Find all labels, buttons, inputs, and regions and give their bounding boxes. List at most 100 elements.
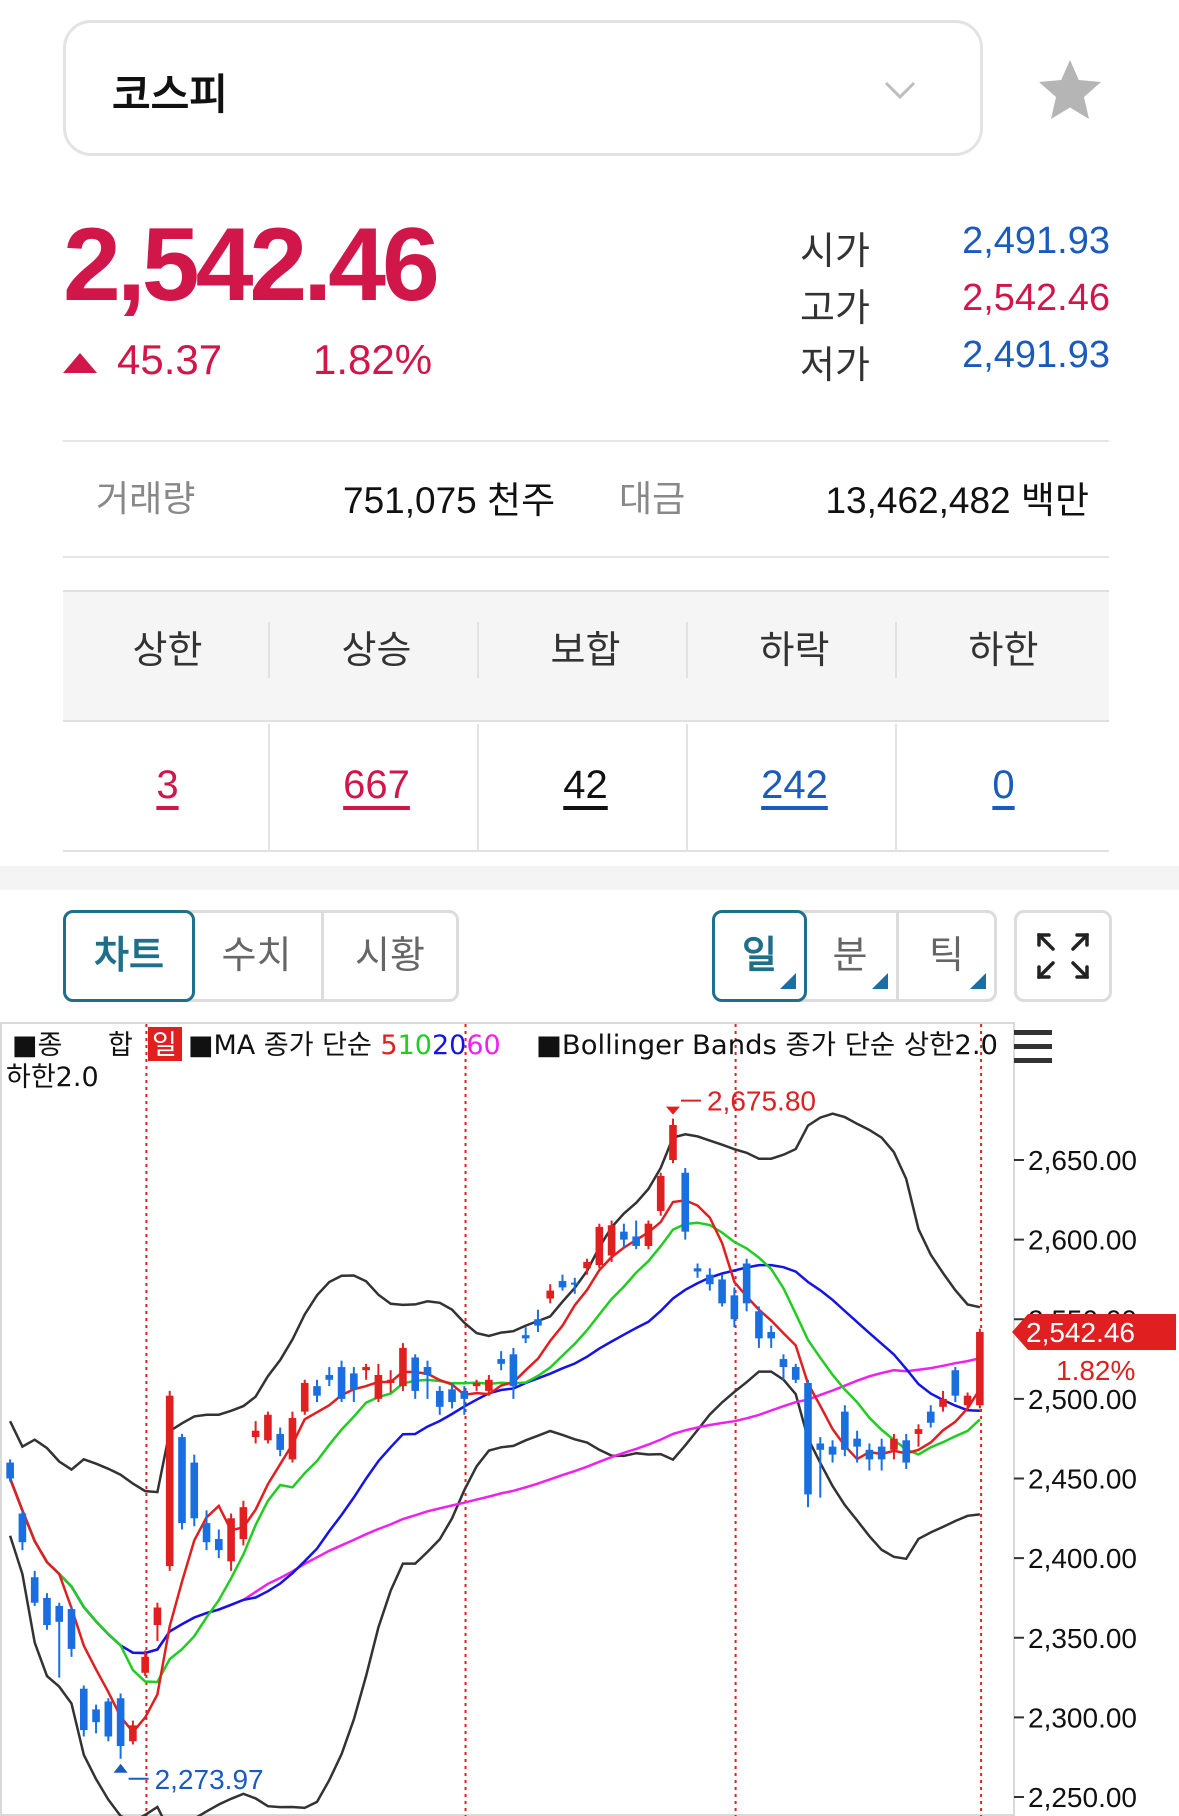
candle-body [6, 1462, 14, 1479]
declining-count[interactable]: 242 [690, 724, 899, 852]
hamburger-icon[interactable] [1014, 1030, 1052, 1063]
low-label: 저가 [800, 343, 870, 387]
candle-body [669, 1124, 677, 1160]
trading-summary: 거래량 751,075 천주 대금 13,462,482 백만 [63, 470, 1109, 521]
candle-body [509, 1354, 518, 1387]
candle-body [890, 1438, 898, 1450]
chevron-down-icon [884, 81, 916, 100]
candle-body [288, 1417, 297, 1460]
candle [288, 1411, 297, 1463]
dropdown-corner-icon [970, 973, 986, 989]
candle-body [276, 1433, 284, 1450]
y-tick-label: 2,350.00 [1028, 1623, 1137, 1654]
candle-body [914, 1429, 923, 1434]
candle-body [816, 1443, 825, 1450]
candle-body [190, 1462, 199, 1519]
y-tick-label: 2,650.00 [1028, 1145, 1137, 1176]
y-tick-label: 2,250.00 [1028, 1782, 1137, 1813]
tab-daily[interactable]: 일 [712, 910, 807, 1002]
candle-body [865, 1449, 874, 1460]
tab-tick[interactable]: 틱 [899, 913, 994, 999]
tab-numbers[interactable]: 수치 [192, 913, 324, 999]
advancing-count[interactable]: 667 [272, 724, 481, 852]
amount-label: 대금 [619, 479, 686, 520]
candle-body [313, 1386, 321, 1396]
candle-body [485, 1379, 493, 1391]
candle-body [79, 1688, 88, 1731]
candle-body [251, 1430, 260, 1438]
candle-body [300, 1382, 309, 1412]
upper-limit-count[interactable]: 3 [63, 724, 272, 852]
candle [239, 1500, 248, 1546]
candle [681, 1167, 690, 1240]
fullscreen-button[interactable] [1014, 910, 1112, 1002]
candle-body [423, 1367, 432, 1375]
candle-body [939, 1398, 947, 1407]
candle-body [460, 1390, 469, 1399]
candle-body [386, 1379, 395, 1383]
candle-body [227, 1518, 235, 1562]
candle-body [583, 1261, 591, 1269]
candle [841, 1405, 849, 1457]
candle-body [656, 1175, 665, 1211]
candle [79, 1685, 88, 1737]
unchanged-count[interactable]: 42 [481, 724, 690, 852]
tab-chart[interactable]: 차트 [63, 910, 195, 1002]
candle-body [497, 1359, 505, 1364]
price-change: 45.37 [117, 336, 223, 383]
candle-body [215, 1539, 223, 1551]
market-breadth-table: 상한 상승 보합 하락 하한 3 667 42 242 0 [63, 590, 1109, 852]
candle-body [67, 1609, 76, 1649]
volume-label: 거래량 [96, 479, 196, 520]
tab-minute[interactable]: 분 [804, 913, 899, 999]
candle [399, 1343, 407, 1391]
candle-body [570, 1282, 579, 1285]
divider [63, 440, 1109, 442]
candle [300, 1379, 309, 1415]
lower-limit-count[interactable]: 0 [899, 724, 1108, 852]
dropdown-corner-icon [872, 973, 888, 989]
candle [669, 1118, 677, 1164]
divider [268, 724, 270, 852]
open-label: 시가 [800, 229, 870, 273]
y-tick-label: 2,400.00 [1028, 1543, 1137, 1574]
star-icon[interactable] [1035, 56, 1105, 126]
candle-body [448, 1389, 456, 1403]
dropdown-corner-icon [780, 973, 796, 989]
period-tabs: 일 분 틱 [712, 910, 997, 1002]
divider [268, 622, 270, 678]
ohl-panel: 시가 2,491.93 고가 2,542.46 저가 2,491.93 [800, 220, 1110, 391]
candle-body [129, 1725, 137, 1742]
header-unchanged: 보합 [550, 628, 621, 672]
candle-body [30, 1577, 39, 1603]
candle-body [374, 1374, 383, 1399]
candle [656, 1172, 665, 1216]
candle-body [926, 1411, 935, 1423]
candle-body [325, 1374, 334, 1380]
candle [165, 1390, 174, 1571]
tab-market-news[interactable]: 시황 [324, 913, 456, 999]
candle [804, 1379, 812, 1508]
candle [6, 1459, 14, 1482]
legend-series-type-2: 합 [108, 1030, 133, 1061]
candle-body [264, 1414, 272, 1441]
candle-body [976, 1331, 984, 1406]
candle-body [620, 1231, 628, 1240]
divider [895, 622, 897, 678]
y-tick-label: 2,600.00 [1028, 1225, 1137, 1256]
candle-body [534, 1319, 542, 1326]
market-selector[interactable]: 코스피 [63, 20, 983, 156]
candle-body [779, 1359, 788, 1368]
candle-body [239, 1507, 248, 1540]
header-declining: 하락 [759, 628, 830, 672]
legend-series-type: ■종 [12, 1030, 62, 1061]
svg-text:1.82%: 1.82% [1056, 1355, 1135, 1386]
candle-body [202, 1523, 211, 1543]
candle [264, 1411, 272, 1444]
svg-text:2,542.46: 2,542.46 [1026, 1317, 1135, 1348]
price-chart[interactable]: 2,650.002,600.002,550.002,500.002,450.00… [0, 1022, 1179, 1816]
candle-body [853, 1438, 861, 1447]
view-tabs: 차트 수치 시황 [63, 910, 459, 1002]
candle-body [435, 1390, 444, 1407]
amount-value: 13,462,482 백만 [825, 480, 1089, 521]
